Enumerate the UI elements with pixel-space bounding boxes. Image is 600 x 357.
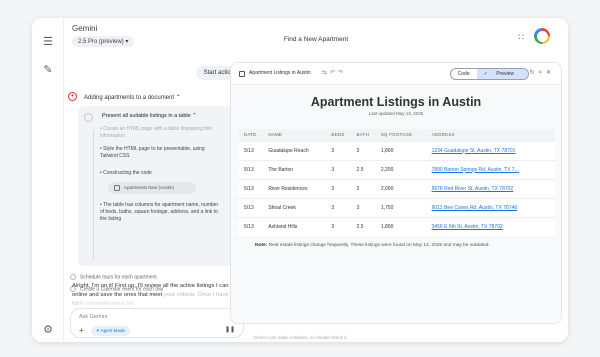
file-pill[interactable]: Apartments New (Austin): [108, 182, 196, 194]
table-cell: 5/13: [239, 159, 264, 179]
task-block: ✦ Adding apartments to a document ⌃ Pres…: [68, 90, 242, 292]
table-cell: 2.5: [351, 216, 376, 236]
table-cell: 2.5: [351, 159, 376, 179]
task-title[interactable]: Adding apartments to a document ⌃: [84, 94, 181, 101]
table-cell: 1,800: [375, 216, 427, 236]
canvas-actions[interactable]: ⇆↶↷: [322, 69, 346, 76]
table-cell: 3: [326, 197, 352, 217]
substep-constructing: • Constructing the code: [100, 170, 152, 176]
menu-icon[interactable]: ☰: [40, 34, 56, 50]
table-cell: Shoal Creek: [263, 197, 327, 217]
substep-columns: • The table has columns for apartment na…: [100, 202, 219, 222]
app-name: Gemini: [72, 24, 98, 33]
file-pill-label: Apartments New (Austin): [124, 185, 175, 190]
table-cell: 3: [326, 216, 352, 236]
table-cell: 1,750: [375, 197, 427, 217]
canvas-panel: Apartment Listings in Austin ⇆↶↷ ▣ Code …: [230, 62, 562, 324]
table-cell: 1,800: [375, 140, 427, 160]
new-chat-icon[interactable]: ✎: [40, 62, 56, 78]
column-header: SQ FOOTAGE: [375, 129, 427, 141]
canvas-file-name: Apartment Listings in Austin: [249, 70, 311, 76]
table-cell: 5/13: [239, 140, 264, 160]
table-row: 5/13 Guadalupe Reach 3 3 1,800 1234 Guadalupe…: [239, 140, 555, 160]
address-link[interactable]: 7890 Barton Springs Rd, Austin, TX 7...: [426, 159, 555, 179]
table-cell: The Barton: [263, 159, 327, 179]
address-link[interactable]: 9012 Bee Caves Rd, Austin, TX 78746: [426, 197, 555, 217]
address-link[interactable]: 1234 Guadalupe St, Austin, TX 78701: [426, 140, 555, 160]
step-line: [93, 130, 94, 260]
canvas-right-actions[interactable]: ↻<✕: [529, 69, 555, 76]
table-row: 5/13 Ashland Hills 3 2.5 1,800 3456 E 6th St,…: [239, 216, 555, 236]
pause-icon[interactable]: ❚❚: [225, 326, 235, 333]
canvas-toolbar: Apartment Listings in Austin ⇆↶↷ ▣ Code …: [231, 63, 561, 85]
table-row: 5/13 Shoal Creek 3 3 1,750 9012 Bee Caves Rd,…: [239, 197, 555, 217]
disclaimer-note: Note: Real estate listings change freque…: [255, 243, 490, 248]
check-item-tours[interactable]: Schedule tours for each apartment: [70, 274, 157, 280]
listings-table: DATE NAME BEDS BATH SQ FOOTAGE ADDRESS 5/13 Gu…: [239, 129, 555, 236]
table-row: 5/13 River Residences 3 3 2,000 5678 Red Rive…: [239, 178, 555, 198]
column-header: NAME: [263, 129, 327, 141]
unchecked-circle-icon: [70, 274, 76, 280]
table-cell: 5/13: [239, 178, 264, 198]
substep-faded: • Create an HTML page with a table displ…: [100, 126, 212, 139]
task-card: Present all suitable listings in a table…: [78, 106, 234, 266]
updated-date: Last updated May 13, 2025: [368, 111, 424, 116]
column-header: BEDS: [326, 129, 352, 141]
column-header: BATH: [351, 129, 376, 141]
column-header: ADDRESS: [426, 129, 555, 141]
table-cell: 3: [326, 140, 352, 160]
top-header: Gemini 2.5 Pro (preview) ▾ Find a New Ap…: [64, 18, 568, 58]
code-tab[interactable]: Code: [451, 69, 477, 79]
table-cell: River Residences: [263, 178, 327, 198]
table-cell: 3: [351, 140, 376, 160]
step-title[interactable]: Present all suitable listings in a table…: [102, 113, 197, 119]
table-cell: 2,000: [375, 178, 427, 198]
table-cell: 3: [326, 178, 352, 198]
side-rail: ☰ ✎ ⚙: [32, 18, 64, 342]
view-toggle: Code ✓ Preview: [449, 68, 529, 80]
composer: Ask Gemini + ✦ Agent Mode ❚❚: [70, 308, 244, 338]
table-row: 5/13 The Barton 3 2.5 2,200 7890 Barton Sprin…: [239, 159, 555, 179]
preview-page: Apartment Listings in Austin Last update…: [231, 85, 561, 323]
avatar[interactable]: [534, 28, 550, 44]
table-cell: 2,200: [375, 159, 427, 179]
table-cell: 5/13: [239, 216, 264, 236]
doc-title: Find a New Apartment: [283, 36, 349, 43]
address-link[interactable]: 3456 E 6th St, Austin, TX 78702: [426, 216, 555, 236]
column-header: DATE: [239, 129, 264, 141]
chat-panel: Start action ✦ Adding apartments to a do…: [64, 58, 246, 342]
table-cell: Ashland Hills: [263, 216, 327, 236]
table-cell: Guadalupe Reach: [263, 140, 327, 160]
apps-grid-icon[interactable]: ∷: [518, 32, 524, 43]
document-icon: [239, 71, 245, 77]
prompt-input[interactable]: Ask Gemini: [79, 314, 107, 320]
step-circle-icon: [84, 113, 93, 122]
agent-logo-icon: ✦: [68, 92, 77, 101]
table-cell: 5/13: [239, 197, 264, 217]
add-icon[interactable]: +: [79, 326, 84, 335]
table-cell: 3: [351, 178, 376, 198]
app-window: ☰ ✎ ⚙ Gemini 2.5 Pro (preview) ▾ Find a …: [32, 18, 568, 342]
page-title: Apartment Listings in Austin: [310, 95, 482, 109]
preview-tab[interactable]: ✓ Preview: [476, 69, 528, 79]
assistant-reply: Alright, I'm on it! First up, I'll revie…: [72, 282, 242, 309]
table-cell: 3: [351, 197, 376, 217]
file-icon: [114, 185, 120, 191]
substep-style: • Style the HTML page to be presentable,…: [100, 146, 205, 159]
address-link[interactable]: 5678 Red River St, Austin, TX 78702: [426, 178, 555, 198]
table-header-row: DATE NAME BEDS BATH SQ FOOTAGE ADDRESS: [239, 129, 555, 141]
footer-disclaimer: Gemini can make mistakes, so double-chec…: [253, 335, 347, 340]
table-cell: 3: [326, 159, 352, 179]
